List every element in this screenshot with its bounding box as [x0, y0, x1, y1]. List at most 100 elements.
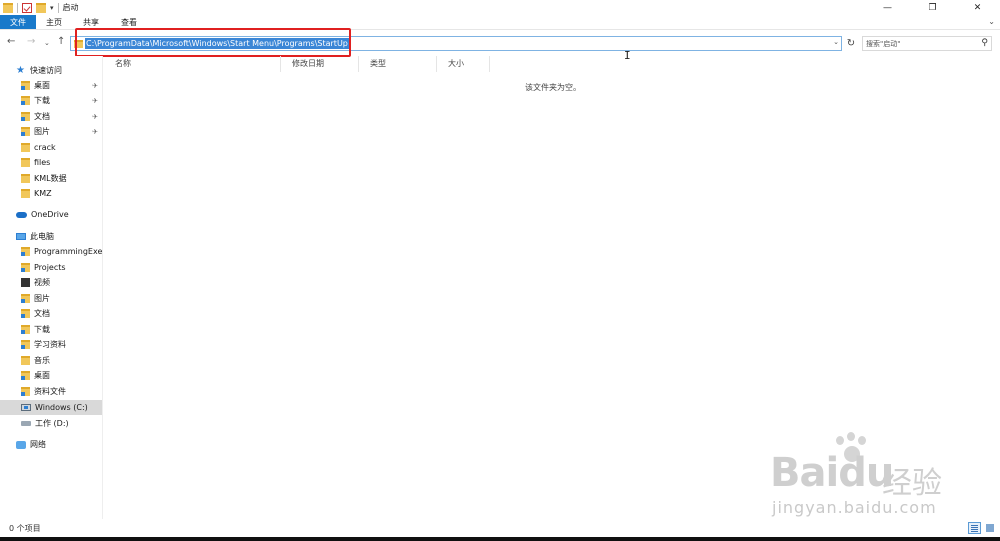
toolbar-divider — [57, 2, 59, 13]
status-bar: 0 个项目 — [0, 519, 1000, 537]
address-path-text[interactable]: C:\ProgramData\Microsoft\Windows\Start M… — [85, 38, 349, 49]
up-button[interactable]: ↑ — [57, 36, 65, 47]
sidebar-item-pictures-pc[interactable]: 图片 — [0, 291, 102, 306]
watermark-logo: Baidu — [770, 450, 894, 496]
sidebar-item-label: 学习资料 — [34, 340, 66, 349]
address-bar[interactable]: C:\ProgramData\Microsoft\Windows\Start M… — [70, 36, 842, 51]
pin-icon: ✈ — [92, 112, 98, 121]
sidebar-item-kmz[interactable]: KMZ — [0, 186, 102, 201]
pictures-folder-icon — [21, 294, 30, 303]
paw-logo-icon — [830, 432, 870, 472]
sidebar-item-label: OneDrive — [31, 210, 69, 219]
sidebar-item-label: Projects — [34, 263, 66, 272]
sidebar-item-label: 桌面 — [34, 371, 50, 380]
sidebar-item-kml-data[interactable]: KML数据 — [0, 171, 102, 186]
navigation-pane: ★ 快速访问 桌面 ✈ 下载 ✈ 文档 ✈ 图片 ✈ crack files K… — [0, 56, 103, 519]
tab-share[interactable]: 共享 — [72, 15, 110, 29]
folder-icon — [3, 2, 13, 13]
pin-icon: ✈ — [92, 127, 98, 136]
sidebar-item-label: Windows (C:) — [35, 403, 88, 412]
documents-folder-icon — [21, 112, 30, 121]
sidebar-item-label: 文档 — [34, 309, 50, 318]
sidebar-item-label: 桌面 — [34, 81, 50, 90]
column-header-name[interactable]: 名称 — [104, 56, 281, 72]
text-cursor-icon: I — [624, 49, 631, 62]
recent-locations-button[interactable]: ⌄ — [44, 39, 50, 47]
sidebar-item-label: 快速访问 — [30, 66, 62, 75]
sidebar-item-files[interactable]: files — [0, 155, 102, 170]
search-icon[interactable]: ⚲ — [981, 38, 988, 48]
minimize-button[interactable]: — — [865, 0, 910, 15]
desktop-folder-icon — [21, 371, 30, 380]
baidu-watermark: Baidu 经验 jingyan.baidu.com — [770, 432, 960, 522]
folder-icon — [21, 340, 30, 349]
pictures-folder-icon — [21, 127, 30, 136]
toolbar-divider — [17, 2, 18, 13]
sidebar-item-label: 音乐 — [34, 356, 50, 365]
tab-file[interactable]: 文件 — [0, 15, 36, 29]
tab-home[interactable]: 主页 — [36, 15, 72, 29]
sidebar-item-label: 下载 — [34, 325, 50, 334]
sidebar-item-label: ProgrammingExer — [34, 247, 102, 256]
maximize-button[interactable]: ❐ — [910, 0, 955, 15]
sidebar-item-network[interactable]: 网络 — [0, 437, 102, 452]
sidebar-item-label: 视频 — [34, 278, 50, 287]
sidebar-item-programmingexer[interactable]: ProgrammingExer — [0, 244, 102, 259]
sidebar-item-label: 工作 (D:) — [35, 419, 69, 428]
back-button[interactable]: ← — [7, 36, 15, 47]
sidebar-item-downloads-pc[interactable]: 下载 — [0, 322, 102, 337]
downloads-folder-icon — [21, 325, 30, 334]
title-bar: ▾ 启动 — ❐ ✕ — [0, 0, 1000, 15]
new-folder-icon[interactable] — [36, 2, 46, 13]
sidebar-item-videos[interactable]: 视频 — [0, 275, 102, 290]
column-header-size[interactable]: 大小 — [437, 56, 490, 72]
watermark-url: jingyan.baidu.com — [772, 498, 937, 517]
sidebar-item-quick-access[interactable]: ★ 快速访问 — [0, 63, 102, 78]
window-controls: — ❐ ✕ — [865, 0, 1000, 15]
sidebar-item-documents[interactable]: 文档 ✈ — [0, 109, 102, 124]
sidebar-item-onedrive[interactable]: OneDrive — [0, 207, 102, 222]
sidebar-item-music[interactable]: 音乐 — [0, 353, 102, 368]
sidebar-item-label: 资料文件 — [34, 387, 66, 396]
folder-icon — [74, 40, 83, 48]
sidebar-item-documents-pc[interactable]: 文档 — [0, 306, 102, 321]
details-view-icon[interactable] — [968, 522, 981, 534]
sidebar-item-this-pc[interactable]: 此电脑 — [0, 229, 102, 244]
sidebar-item-desktop-pc[interactable]: 桌面 — [0, 368, 102, 383]
sidebar-item-label: KMZ — [34, 189, 52, 198]
cloud-icon — [16, 211, 27, 218]
large-icons-view-icon[interactable] — [984, 522, 996, 534]
folder-icon — [21, 174, 30, 183]
forward-button[interactable]: → — [27, 36, 35, 47]
sidebar-item-study-materials[interactable]: 学习资料 — [0, 337, 102, 352]
column-header-date-modified[interactable]: 修改日期 — [281, 56, 359, 72]
sidebar-item-downloads[interactable]: 下载 ✈ — [0, 93, 102, 108]
pin-icon: ✈ — [92, 96, 98, 105]
star-icon: ★ — [16, 65, 25, 76]
search-input[interactable] — [866, 38, 974, 49]
expand-ribbon-icon[interactable]: ⌄ — [988, 17, 995, 26]
properties-icon[interactable] — [22, 2, 32, 13]
column-header-type[interactable]: 类型 — [359, 56, 437, 72]
chevron-down-icon[interactable]: ⌄ — [833, 38, 839, 46]
sidebar-item-pictures[interactable]: 图片 ✈ — [0, 124, 102, 139]
sidebar-item-resource-files[interactable]: 资料文件 — [0, 384, 102, 399]
pin-icon: ✈ — [92, 81, 98, 90]
sidebar-item-work-d[interactable]: 工作 (D:) — [0, 416, 102, 431]
folder-icon — [21, 158, 30, 167]
folder-icon — [21, 189, 30, 198]
search-box[interactable]: ⚲ — [862, 36, 992, 51]
sidebar-item-windows-c[interactable]: Windows (C:) — [0, 400, 102, 415]
sidebar-item-crack[interactable]: crack — [0, 140, 102, 155]
refresh-button[interactable]: ↻ — [844, 37, 858, 50]
close-button[interactable]: ✕ — [955, 0, 1000, 15]
ribbon-tabs: 文件 主页 共享 查看 ⌄ — [0, 15, 1000, 30]
window-title: 启动 — [62, 3, 79, 12]
sidebar-item-label: 图片 — [34, 127, 50, 136]
sidebar-item-projects[interactable]: Projects — [0, 260, 102, 275]
sidebar-item-desktop[interactable]: 桌面 ✈ — [0, 78, 102, 93]
sidebar-item-label: crack — [34, 143, 56, 152]
tab-view[interactable]: 查看 — [110, 15, 148, 29]
customize-toolbar-arrow[interactable]: ▾ — [50, 4, 54, 12]
taskbar-edge — [0, 537, 1000, 541]
